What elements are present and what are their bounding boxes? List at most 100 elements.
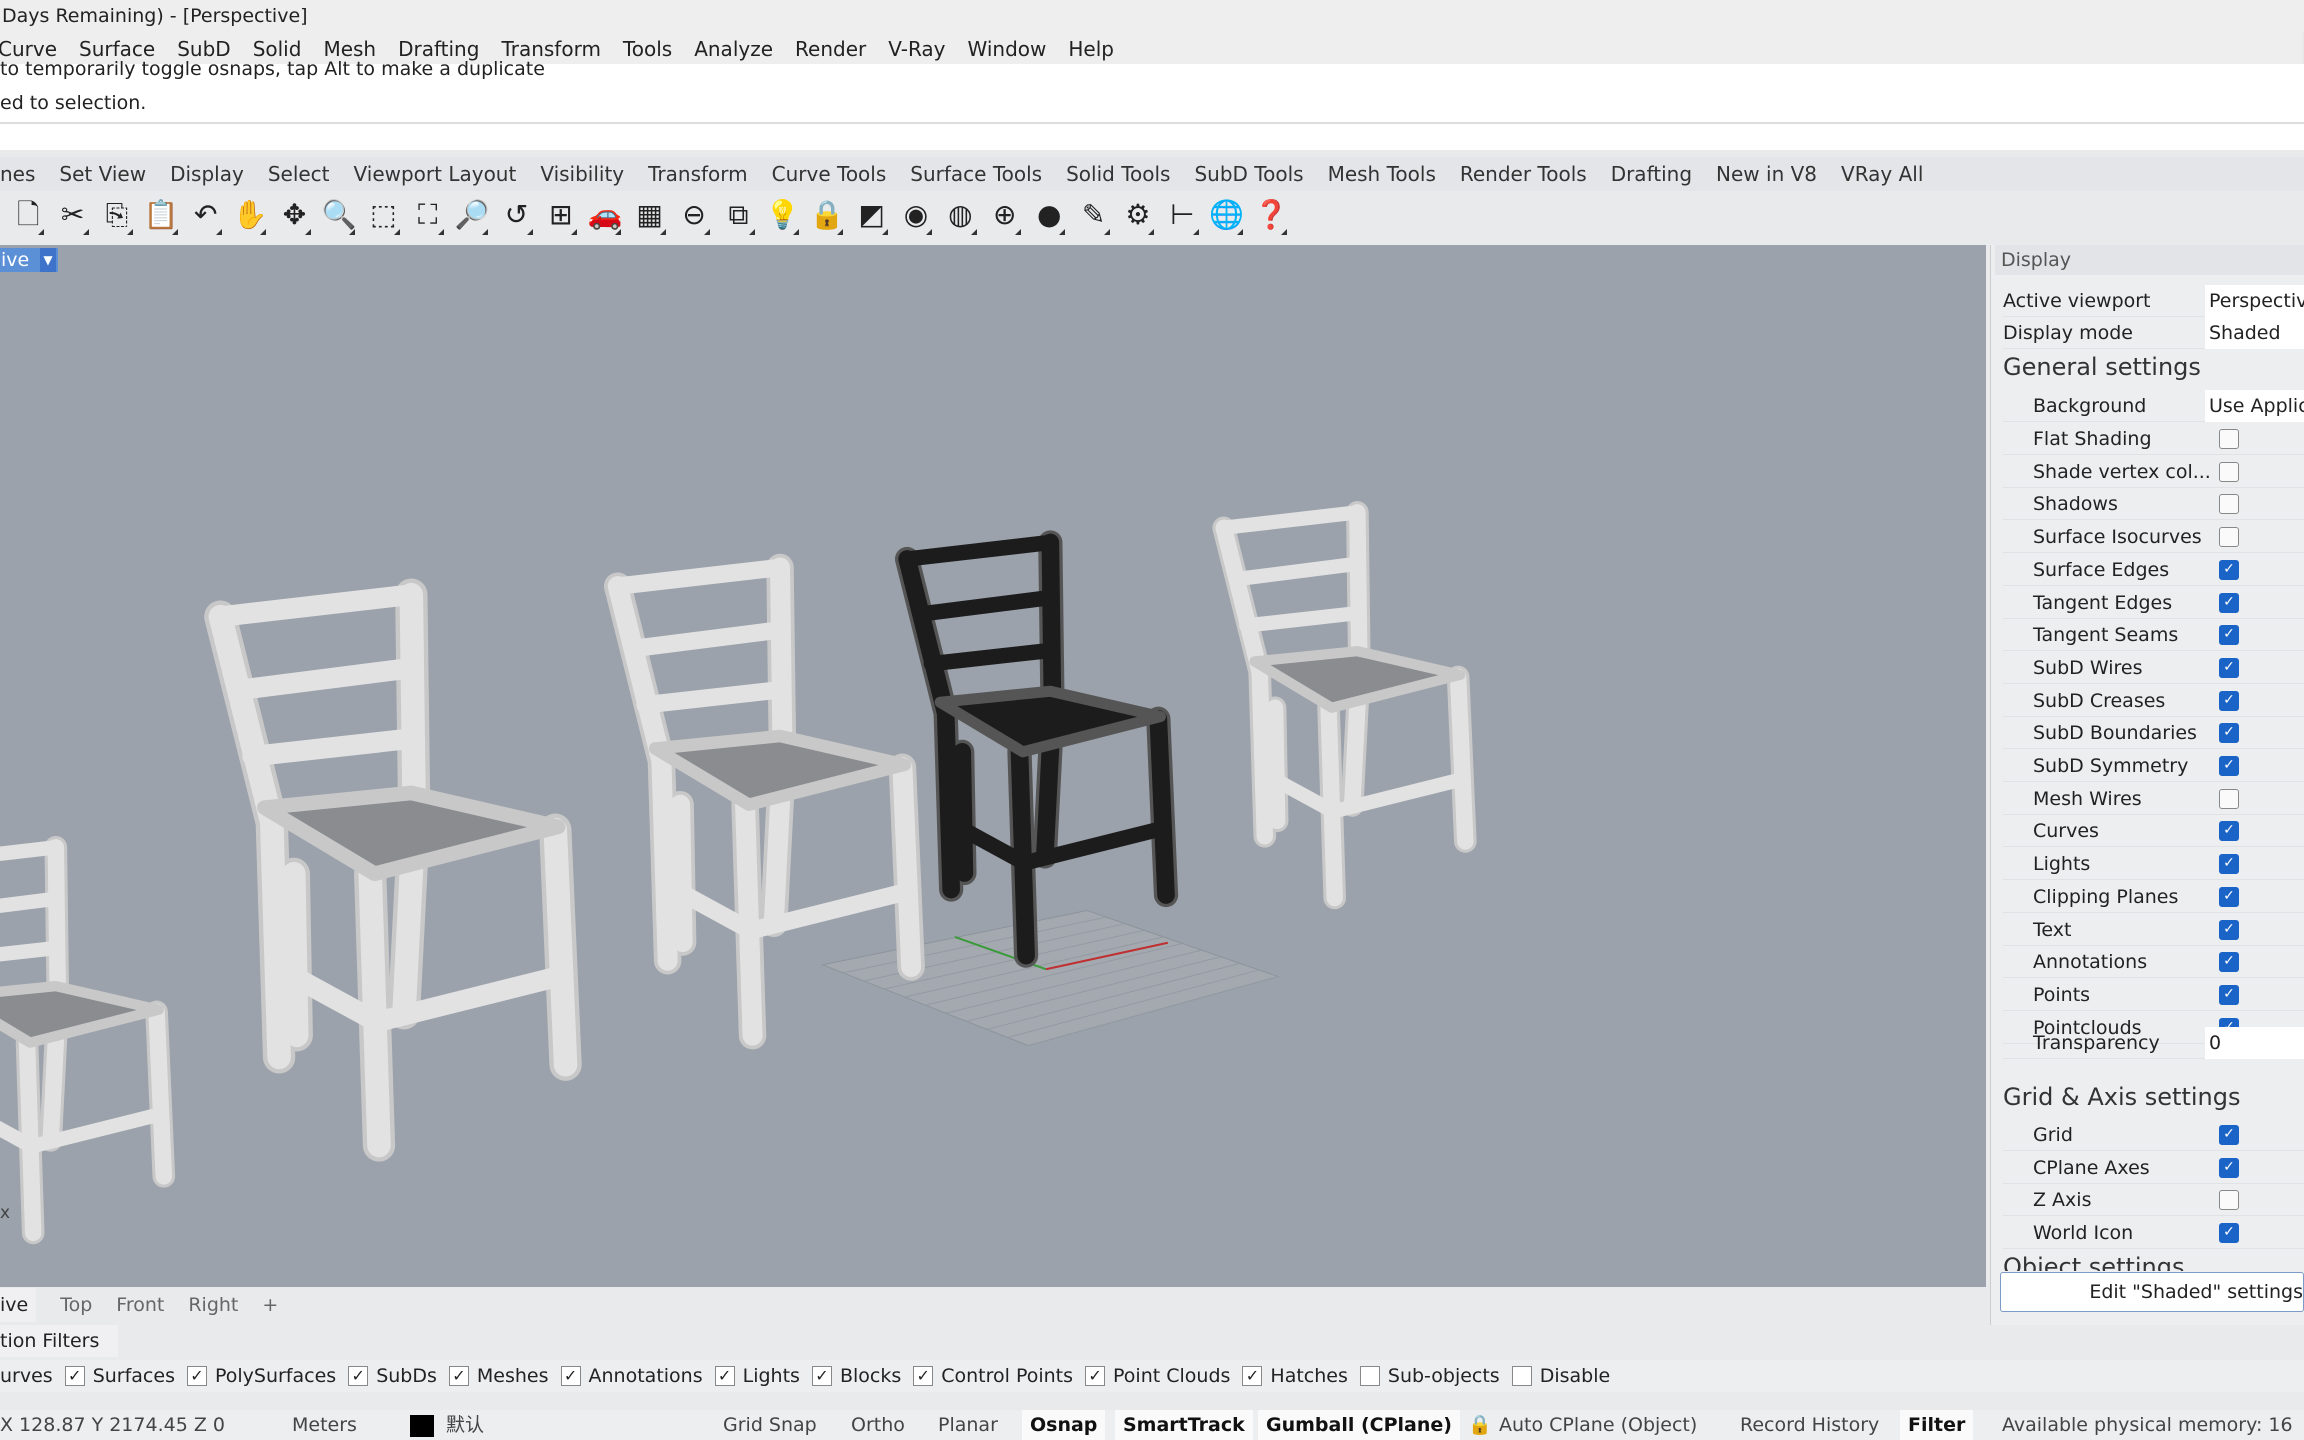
filter-checkbox[interactable]: ✓ (186, 1366, 207, 1386)
toolbar-tab[interactable]: Transform (648, 157, 747, 191)
gumball-toggle[interactable]: Gumball (CPlane) (1258, 1410, 1460, 1440)
background-field[interactable]: Use Application (2205, 390, 2304, 422)
viewport-tab[interactable]: Front (116, 1288, 164, 1322)
toolbar-tab[interactable]: Surface Tools (910, 157, 1042, 191)
filter-item[interactable]: ✓ Lights (714, 1360, 800, 1392)
setting-checkbox[interactable]: ✓ (2219, 1223, 2239, 1244)
filter-item[interactable]: ✓ SubDs (348, 1360, 437, 1392)
new-file-icon[interactable]: 🗋 (6, 195, 50, 235)
smarttrack-toggle[interactable]: SmartTrack (1115, 1410, 1253, 1440)
setting-checkbox[interactable] (2219, 494, 2239, 515)
active-viewport-field[interactable]: Perspective (2205, 285, 2304, 317)
layer-color-swatch[interactable] (410, 1415, 434, 1437)
setting-checkbox[interactable] (2219, 788, 2239, 809)
setting-checkbox[interactable]: ✓ (2219, 625, 2239, 646)
setting-checkbox[interactable]: ✓ (2219, 821, 2239, 842)
filter-checkbox[interactable] (1359, 1366, 1380, 1386)
toolbar-tab[interactable]: Visibility (540, 157, 624, 191)
filter-checkbox[interactable]: ✓ (560, 1366, 581, 1386)
undo-icon[interactable]: ↶ (184, 195, 228, 235)
selection-filters-tab[interactable]: tion Filters (0, 1325, 118, 1357)
filter-item[interactable]: ✓ Point Clouds (1085, 1360, 1230, 1392)
filter-checkbox[interactable]: ✓ (1242, 1366, 1263, 1386)
setting-checkbox[interactable]: ✓ (2219, 723, 2239, 744)
setting-checkbox[interactable]: ✓ (2219, 952, 2239, 973)
rotate-view-icon[interactable]: ✥ (272, 195, 316, 235)
filter-item[interactable]: ✓ Control Points (913, 1360, 1073, 1392)
toolbar-tab[interactable]: Set View (59, 157, 146, 191)
menu-analyze[interactable]: Analyze (694, 32, 773, 66)
setting-checkbox[interactable]: ✓ (2219, 690, 2239, 711)
toolbar-tab[interactable]: New in V8 (1716, 157, 1817, 191)
viewport-tab[interactable]: + (262, 1288, 278, 1322)
filter-checkbox[interactable]: ✓ (1085, 1366, 1106, 1386)
filter-item[interactable]: ✓ Surfaces (64, 1360, 175, 1392)
osnap-icon[interactable]: ⊖ (672, 195, 716, 235)
ortho-toggle[interactable]: Ortho (851, 1410, 905, 1440)
car-icon[interactable]: 🚗 (583, 195, 627, 235)
toolbar-tab[interactable]: Curve Tools (772, 157, 887, 191)
setting-checkbox[interactable]: ✓ (2219, 559, 2239, 580)
setting-checkbox[interactable]: ✓ (2219, 657, 2239, 678)
filter-checkbox[interactable] (1511, 1366, 1532, 1386)
viewport-tab[interactable]: Top (60, 1288, 92, 1322)
viewport-tab[interactable]: Right (188, 1288, 238, 1322)
menu-vray[interactable]: V-Ray (888, 32, 945, 66)
filter-item[interactable]: ✓ Annotations (560, 1360, 703, 1392)
current-layer[interactable]: 默认 (446, 1410, 484, 1440)
setting-checkbox[interactable]: ✓ (2219, 919, 2239, 940)
filter-item[interactable]: Sub-objects (1359, 1360, 1500, 1392)
toolbar-tab[interactable]: Drafting (1611, 157, 1692, 191)
zoom-extents-icon[interactable]: ⛶ (406, 195, 450, 235)
filter-checkbox[interactable]: ✓ (913, 1366, 934, 1386)
osnap-toggle[interactable]: Osnap (1022, 1410, 1106, 1440)
filter-toggle[interactable]: Filter (1900, 1410, 1974, 1440)
help-icon[interactable]: ❓ (1249, 195, 1293, 235)
globe-icon[interactable]: 🌐 (1205, 195, 1249, 235)
toolbar-tab[interactable]: Display (170, 157, 244, 191)
shaded-sphere-icon[interactable]: ⊕ (983, 195, 1027, 235)
cplane-grid-icon[interactable]: ▦ (627, 195, 671, 235)
toolbar-tab[interactable]: Solid Tools (1066, 157, 1170, 191)
filter-checkbox[interactable]: ✓ (811, 1366, 832, 1386)
toolbar-tab[interactable]: Render Tools (1460, 157, 1587, 191)
setting-checkbox[interactable]: ✓ (2219, 1125, 2239, 1145)
grid-snap-toggle[interactable]: Grid Snap (723, 1410, 817, 1440)
toolbar-tab[interactable]: Select (268, 157, 330, 191)
setting-checkbox[interactable] (2219, 527, 2239, 548)
command-prompt-input[interactable] (0, 122, 2304, 150)
filter-item[interactable]: ✓ Meshes (448, 1360, 549, 1392)
toolbar-tab[interactable]: Viewport Layout (354, 157, 517, 191)
four-viewports-icon[interactable]: ⊞ (539, 195, 583, 235)
setting-checkbox[interactable]: ✓ (2219, 854, 2239, 875)
setting-checkbox[interactable]: ✓ (2219, 592, 2239, 613)
filter-checkbox[interactable]: ✓ (348, 1366, 369, 1386)
zoom-icon[interactable]: 🔍 (317, 195, 361, 235)
filter-checkbox[interactable]: ✓ (714, 1366, 735, 1386)
lock-icon[interactable]: 🔒 (805, 195, 849, 235)
chevron-down-icon[interactable]: ▼ (40, 248, 56, 272)
setting-checkbox[interactable]: ✓ (2219, 886, 2239, 907)
setting-checkbox[interactable] (2219, 1190, 2239, 1211)
toolbar-tab[interactable]: Mesh Tools (1328, 157, 1436, 191)
light-bulb-icon[interactable]: 💡 (761, 195, 805, 235)
toolbar-tab[interactable]: nes (0, 157, 35, 191)
render-sphere-icon[interactable]: ● (1027, 195, 1071, 235)
pencil-icon[interactable]: ✎ (1071, 195, 1115, 235)
viewport-tab[interactable]: ive (0, 1288, 37, 1322)
menu-tools[interactable]: Tools (623, 32, 672, 66)
filter-item[interactable]: urves (0, 1360, 53, 1392)
toolbar-tab[interactable]: VRay All (1841, 157, 1923, 191)
viewport-title-button[interactable]: ive ▼ (0, 248, 58, 272)
zoom-window-icon[interactable]: ⬚ (361, 195, 405, 235)
setting-checkbox[interactable]: ✓ (2219, 984, 2239, 1005)
toolbar-tab[interactable]: SubD Tools (1194, 157, 1303, 191)
planar-toggle[interactable]: Planar (938, 1410, 998, 1440)
dimension-icon[interactable]: ⊢ (1160, 195, 1204, 235)
perspective-viewport[interactable]: ive ▼ x (0, 245, 1986, 1287)
cut-icon[interactable]: ✂ (50, 195, 94, 235)
edit-shaded-settings-button[interactable]: Edit "Shaded" settings (2000, 1272, 2304, 1312)
gear-icon[interactable]: ⚙ (1116, 195, 1160, 235)
color-wheel-icon[interactable]: ◉ (894, 195, 938, 235)
filter-checkbox[interactable]: ✓ (64, 1366, 85, 1386)
